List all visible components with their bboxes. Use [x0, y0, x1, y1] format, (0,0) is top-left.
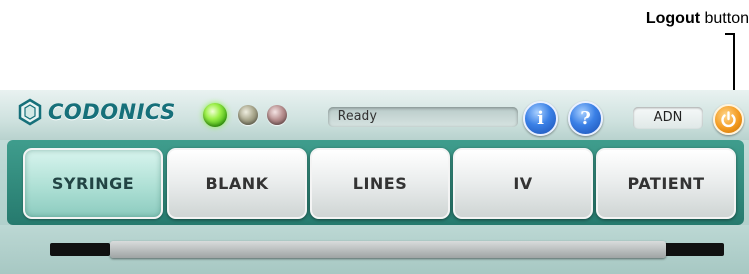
tray-slot-left — [50, 243, 110, 256]
brand-name: CODONICS — [48, 100, 176, 124]
label-type-bar: SYRINGE BLANK LINES IV PATIENT — [7, 140, 744, 225]
help-button[interactable]: ? — [568, 101, 603, 136]
logo-hexagon-icon — [18, 98, 42, 126]
tab-syringe[interactable]: SYRINGE — [23, 148, 163, 219]
codonics-logo: CODONICS — [18, 98, 176, 126]
tab-patient[interactable]: PATIENT — [596, 148, 736, 219]
help-icon: ? — [580, 108, 591, 129]
tab-iv[interactable]: IV — [453, 148, 593, 219]
label-tray-area — [0, 225, 749, 274]
callout-rest: button — [700, 10, 749, 27]
status-light-red-icon — [267, 105, 287, 125]
logout-callout: Logout button — [646, 10, 749, 28]
top-toolbar: CODONICS Ready i ? ADN — [0, 90, 749, 140]
info-icon: i — [537, 108, 544, 129]
logout-button[interactable] — [713, 104, 744, 135]
tray-slot-right — [664, 243, 724, 256]
callout-bold: Logout — [645, 10, 701, 27]
info-button[interactable]: i — [523, 101, 558, 136]
user-name-field: ADN — [633, 107, 703, 129]
status-light-yellow-icon — [238, 105, 258, 125]
app-window: CODONICS Ready i ? ADN SYRINGE BLANK LIN… — [0, 90, 749, 274]
label-output-tray — [110, 241, 666, 258]
power-icon — [721, 111, 736, 128]
status-display: Ready — [328, 107, 518, 127]
tab-blank[interactable]: BLANK — [167, 148, 307, 219]
tab-lines[interactable]: LINES — [310, 148, 450, 219]
status-light-green-icon — [203, 103, 227, 127]
